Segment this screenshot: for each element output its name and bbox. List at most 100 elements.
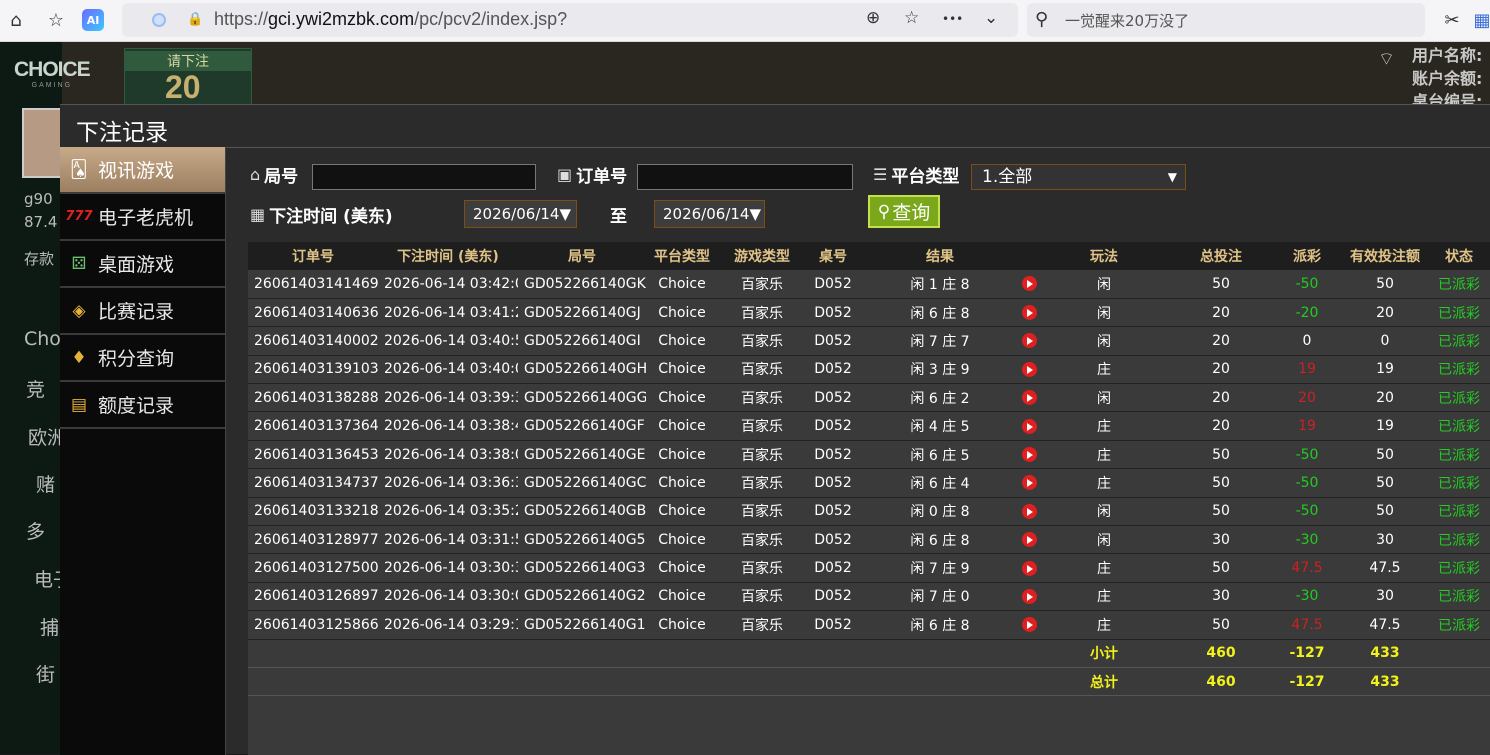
date-to-picker[interactable]: 2026/06/14▼ [654,200,765,228]
cell-status: 已派彩 [1428,298,1490,328]
total-row: 总计 460 -127 433 [248,667,1490,697]
cell-round: GD052266140GH [518,355,646,385]
column-header: 游戏类型 [718,242,806,270]
play-video-icon[interactable] [1021,276,1037,292]
empty-cell [378,639,518,668]
left-menu-fishing[interactable]: 捕 [40,613,59,640]
tag-icon: ⌂ [250,165,261,184]
play-video-icon[interactable] [1021,617,1037,633]
column-header: 局号 [518,242,646,270]
date-from-picker[interactable]: 2026/06/14▼ [464,200,577,228]
cell-table: D052 [806,298,860,328]
column-header: 订单号 [248,242,378,270]
column-header [1020,242,1038,270]
cell-time: 2026-06-14 03:39:30 [378,383,518,413]
cell-time: 2026-06-14 03:38:45 [378,411,518,441]
cell-bet: 50 [1170,468,1272,498]
play-video-icon[interactable] [1021,560,1037,576]
cell-order: 260614031268977 [248,582,378,612]
more-icon[interactable]: ••• [942,12,963,26]
play-video-icon[interactable] [1021,418,1037,434]
left-menu-choice[interactable]: Cho [24,328,61,350]
left-menu-competition[interactable]: 竞 [26,375,45,402]
round-input[interactable] [312,164,536,190]
cell-round: GD052266140GG [518,383,646,413]
scissors-icon[interactable]: ✂ [1440,8,1464,32]
play-video-icon[interactable] [1021,532,1037,548]
download-icon[interactable]: ⊕ [866,8,880,28]
cell-valid: 50 [1342,270,1428,299]
cell-table: D052 [806,440,860,470]
sidebar-item-table-games[interactable]: ⚄ 桌面游戏 [60,241,225,288]
table-row: 260614031332186 2026-06-14 03:35:22 GD0522… [248,497,1490,527]
cell-play: 闲 [1038,270,1170,299]
ai-assistant-icon[interactable]: AI [82,9,104,31]
table-row: 260614031275003 2026-06-14 03:30:39 GD0522… [248,553,1490,583]
order-input[interactable] [637,164,853,190]
home-icon[interactable]: ⌂ [4,8,28,32]
play-video-icon[interactable] [1021,333,1037,349]
cell-bet: 20 [1170,411,1272,441]
bookmark-star-icon[interactable]: ☆ [904,8,919,28]
table-row: 260614031382889 2026-06-14 03:39:30 GD0522… [248,383,1490,413]
address-bar[interactable]: 🔒 https://gci.ywi2mzbk.com/pc/pcv2/index… [122,3,1018,37]
cell-order: 260614031332186 [248,497,378,527]
cell-status: 已派彩 [1428,355,1490,385]
cell-status: 已派彩 [1428,411,1490,441]
site-info-icon[interactable] [152,13,166,27]
cell-result: 闲 4 庄 5 [860,411,1020,441]
subtotal-label: 小计 [1038,639,1170,668]
cell-status: 已派彩 [1428,610,1490,640]
replay-cell [1020,582,1038,612]
cell-round: GD052266140G3 [518,553,646,583]
left-menu-multi[interactable]: 多 [26,517,45,544]
play-video-icon[interactable] [1021,447,1037,463]
cell-game: 百家乐 [718,582,806,612]
table-row: 260614031414692 2026-06-14 03:42:04 GD0522… [248,270,1490,299]
cell-order: 260614031364531 [248,440,378,470]
play-video-icon[interactable] [1021,588,1037,604]
empty-cell [860,667,1020,697]
cell-play: 闲 [1038,497,1170,527]
cell-time: 2026-06-14 03:41:25 [378,298,518,328]
table-row: 260614031400027 2026-06-14 03:40:57 GD0522… [248,326,1490,356]
cell-table: D052 [806,383,860,413]
url-text[interactable]: https://gci.ywi2mzbk.com/pc/pcv2/index.j… [214,9,567,30]
deposit-link[interactable]: 存款 [24,248,54,269]
extension-icon[interactable]: ▦ [1474,8,1490,32]
sidebar-item-credit-records[interactable]: ▤ 额度记录 [60,382,225,429]
cell-result: 闲 6 庄 8 [860,610,1020,640]
cell-bet: 20 [1170,355,1272,385]
search-query[interactable]: 一觉醒来20万没了 [1065,10,1189,31]
play-video-icon[interactable] [1021,361,1037,377]
query-button[interactable]: ⚲ 查询 [868,195,940,228]
table-body: 260614031414692 2026-06-14 03:42:04 GD0522… [248,270,1490,697]
document-icon: ▤ [70,394,88,415]
cell-play: 闲 [1038,383,1170,413]
left-menu-street[interactable]: 街 [36,660,55,687]
play-video-icon[interactable] [1021,390,1037,406]
play-video-icon[interactable] [1021,305,1037,321]
play-video-icon[interactable] [1021,503,1037,519]
sidebar-item-slots[interactable]: 777 电子老虎机 [60,194,225,241]
cell-game: 百家乐 [718,440,806,470]
list-icon: ☰ [873,165,888,184]
sidebar-item-points[interactable]: ♦ 积分查询 [60,335,225,382]
sidebar-item-match-records[interactable]: ◈ 比赛记录 [60,288,225,335]
left-menu-bet[interactable]: 赌 [36,470,55,497]
chevron-down-icon[interactable]: ⌄ [984,8,998,28]
ticket-icon: ◈ [72,300,86,321]
cell-valid: 47.5 [1342,610,1428,640]
table-row: 260614031258660 2026-06-14 03:29:19 GD0522… [248,610,1490,640]
cell-platform: Choice [646,553,718,583]
cell-status: 已派彩 [1428,497,1490,527]
favorites-icon[interactable]: ☆ [44,8,68,32]
platform-select[interactable]: 1.全部 ▼ [971,164,1186,190]
sidebar-item-live-games[interactable]: 🂡 视讯游戏 [60,147,225,194]
cell-bet: 30 [1170,525,1272,555]
search-bar[interactable]: ⚲ 一觉醒来20万没了 [1027,3,1425,37]
cell-round: GD052266140G5 [518,525,646,555]
dialog-title: 下注记录 [76,120,168,146]
cell-round: GD052266140GI [518,326,646,356]
play-video-icon[interactable] [1021,475,1037,491]
